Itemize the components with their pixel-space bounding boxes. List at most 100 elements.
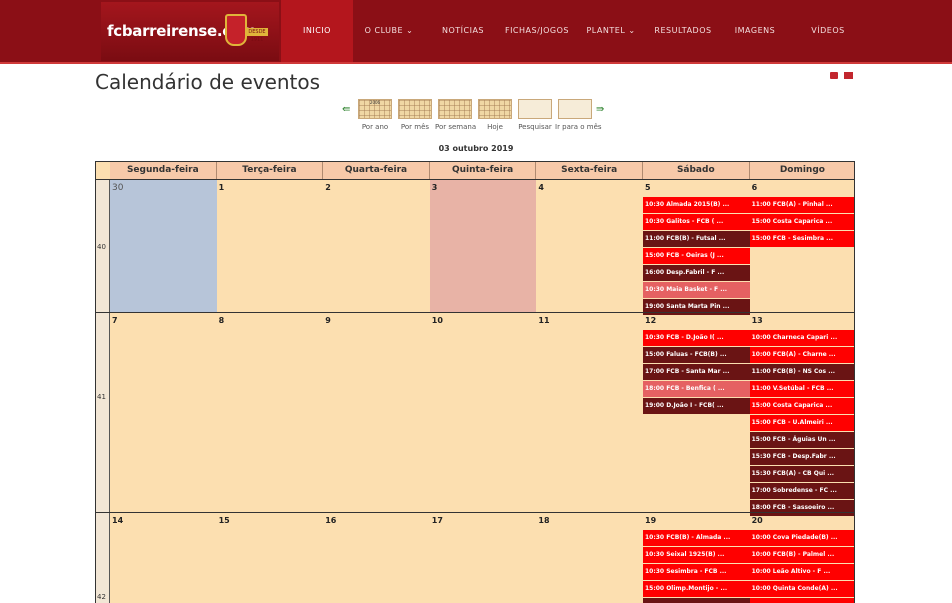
calendar-event[interactable]: 10:00 Quinta Conde(A) ... — [749, 581, 854, 597]
toolbar-item[interactable]: Pesquisar — [515, 99, 555, 131]
weekday-header: Domingo — [749, 162, 854, 179]
calendar-event[interactable]: 10:30 Sesimbra - FCB ... — [643, 564, 750, 580]
toolbar-item[interactable]: Ir para o mês — [555, 99, 602, 131]
week-view-icon — [438, 99, 472, 119]
calendar-event[interactable]: 11:00 FCB(B) - NS Cos ... — [749, 364, 854, 380]
calendar-event[interactable]: 15:00 Costa Caparica ... — [749, 214, 854, 230]
day-number[interactable]: 3 — [432, 183, 438, 192]
calendar-event[interactable]: 10:30 Almada 2015(B) ... — [643, 197, 750, 213]
toolbar-item[interactable]: Por semana — [435, 99, 477, 131]
calendar-event[interactable]: 15:00 Costa Caparica ... — [749, 398, 854, 414]
calendar-event[interactable]: 10:00 FCB(A) - Charne ... — [749, 347, 854, 363]
day-number[interactable]: 8 — [219, 316, 225, 325]
day-number[interactable]: 30 — [112, 183, 123, 193]
day-number[interactable]: 17 — [432, 516, 443, 525]
day-number[interactable]: 18 — [538, 516, 549, 525]
calendar-event[interactable]: 15:00 Olimp.Montijo - ... — [643, 581, 750, 597]
day-number[interactable]: 11 — [538, 316, 549, 325]
week-number[interactable]: 41 — [97, 393, 106, 401]
calendar-event[interactable]: 10:30 FCB(B) - Almada ... — [643, 530, 750, 546]
weekday-header: Sexta-feira — [536, 162, 643, 179]
calendar-event[interactable]: 15:00 FCB - Sesimbra ... — [749, 231, 854, 247]
calendar-event[interactable]: 18:00 FCB - Benfica ( ... — [643, 381, 750, 397]
weekday-header: Segunda-feira — [110, 162, 217, 179]
calendar-event[interactable]: 10:30 Seixal 1925(B) ... — [643, 547, 750, 563]
calendar-event[interactable]: 11:00 FCB(B) - Futsal ... — [643, 231, 750, 247]
next-arrow-icon[interactable]: ⇛ — [596, 104, 604, 115]
week-number[interactable]: 42 — [97, 593, 106, 601]
day-number[interactable]: 20 — [752, 516, 763, 525]
calendar-event[interactable]: 10:00 FCB(B) - Palmel ... — [749, 547, 854, 563]
day-number[interactable]: 15 — [219, 516, 230, 525]
prev-arrow-icon[interactable]: ⇚ — [342, 104, 350, 115]
calendar-event[interactable]: 15:00 FCB - Oeiras (J ... — [643, 248, 750, 264]
calendar-event[interactable]: 15:00 FCB - Águias Un ... — [749, 432, 854, 448]
day-number[interactable]: 4 — [538, 183, 544, 192]
toolbar-item[interactable]: 2006 Por ano — [355, 99, 395, 131]
calendar-event[interactable]: 17:00 Sobredense - FC ... — [749, 483, 854, 499]
nav-item[interactable]: NOTÍCIAS — [427, 0, 499, 62]
day-number[interactable]: 19 — [645, 516, 656, 525]
calendar-event[interactable]: 10:30 Maia Basket - F ... — [643, 282, 750, 298]
toolbar-label: Por mês — [400, 123, 430, 131]
calendar-event[interactable] — [643, 598, 750, 603]
today-icon — [478, 99, 512, 119]
nav-item[interactable]: VÍDEOS — [791, 0, 865, 62]
email-icon[interactable] — [844, 72, 853, 79]
weekday-header: Quinta-feira — [429, 162, 537, 179]
calendar-event[interactable]: 15:30 FCB(A) - CB Qui ... — [749, 466, 854, 482]
week-column — [96, 513, 110, 603]
calendar-event[interactable]: 19:00 D.João I - FCB( ... — [643, 398, 750, 414]
calendar-event[interactable]: 16:00 Desp.Fabril - F ... — [643, 265, 750, 281]
calendar-event[interactable]: 10:00 Leão Altivo - F ... — [749, 564, 854, 580]
day-number[interactable]: 16 — [325, 516, 336, 525]
crest-badge-text: DESDE 1911 — [246, 28, 268, 43]
site-logo[interactable]: fcbarreirense.com DESDE 1911 — [101, 2, 279, 61]
day-number[interactable]: 2 — [325, 183, 331, 192]
day-number[interactable]: 7 — [112, 316, 118, 325]
week-divider — [96, 312, 854, 313]
search-icon — [518, 99, 552, 119]
nav-item[interactable]: PLANTEL ⌄ — [575, 0, 647, 62]
toolbar-item[interactable]: Por mês — [395, 99, 435, 131]
nav-item[interactable]: RESULTADOS — [647, 0, 719, 62]
day-number[interactable]: 14 — [112, 516, 123, 525]
day-number[interactable]: 1 — [219, 183, 225, 192]
print-icon[interactable] — [830, 72, 838, 79]
nav-item[interactable]: IMAGENS — [719, 0, 791, 62]
calendar-event[interactable]: 10:30 FCB - D.João I( ... — [643, 330, 750, 346]
nav-item[interactable]: INICIO — [281, 0, 353, 62]
toolbar-label: Por semana — [435, 123, 477, 131]
year-view-icon: 2006 — [358, 99, 392, 119]
week-number[interactable]: 40 — [97, 243, 106, 251]
week-column — [96, 313, 110, 513]
calendar-event[interactable]: 17:00 FCB - Santa Mar ... — [643, 364, 750, 380]
day-number[interactable]: 5 — [645, 183, 651, 192]
crest-icon — [225, 14, 247, 46]
calendar-event[interactable]: 10:00 Cova Piedade(B) ... — [749, 530, 854, 546]
calendar-event[interactable]: 15:30 FCB - Desp.Fabr ... — [749, 449, 854, 465]
nav-item[interactable]: O CLUBE ⌄ — [353, 0, 425, 62]
toolbar-label: Ir para o mês — [555, 123, 602, 131]
calendar-event[interactable]: 11:00 V.Setúbal - FCB ... — [749, 381, 854, 397]
prev-month-cell[interactable] — [110, 180, 217, 313]
calendar-event[interactable]: 10:30 Galitos - FCB ( ... — [643, 214, 750, 230]
calendar-event[interactable]: 11:00 FCB(A) - Pinhal ... — [749, 197, 854, 213]
calendar-event[interactable]: 15:00 FCB - U.Almeiri ... — [749, 415, 854, 431]
calendar-event[interactable]: 10:00 Charneca Capari ... — [749, 330, 854, 346]
calendar-event[interactable]: 15:00 Faluas - FCB(B) ... — [643, 347, 750, 363]
day-number[interactable]: 6 — [752, 183, 758, 192]
toolbar-item[interactable]: Hoje — [475, 99, 515, 131]
calendar-event[interactable]: 18:00 FCB - Sassoeiro ... — [749, 500, 854, 516]
top-navbar: fcbarreirense.com DESDE 1911 INICIO O CLU… — [0, 0, 952, 64]
calendar-event[interactable] — [749, 598, 854, 603]
today-cell[interactable] — [429, 180, 537, 313]
day-number[interactable]: 13 — [752, 316, 763, 325]
day-number[interactable]: 9 — [325, 316, 331, 325]
nav-item[interactable]: FICHAS/JOGOS — [499, 0, 575, 62]
day-number[interactable]: 12 — [645, 316, 656, 325]
toolbar-label: Pesquisar — [518, 123, 552, 131]
day-number[interactable]: 10 — [432, 316, 443, 325]
toolbar-label: Hoje — [487, 123, 503, 131]
weekday-header: Quarta-feira — [323, 162, 430, 179]
